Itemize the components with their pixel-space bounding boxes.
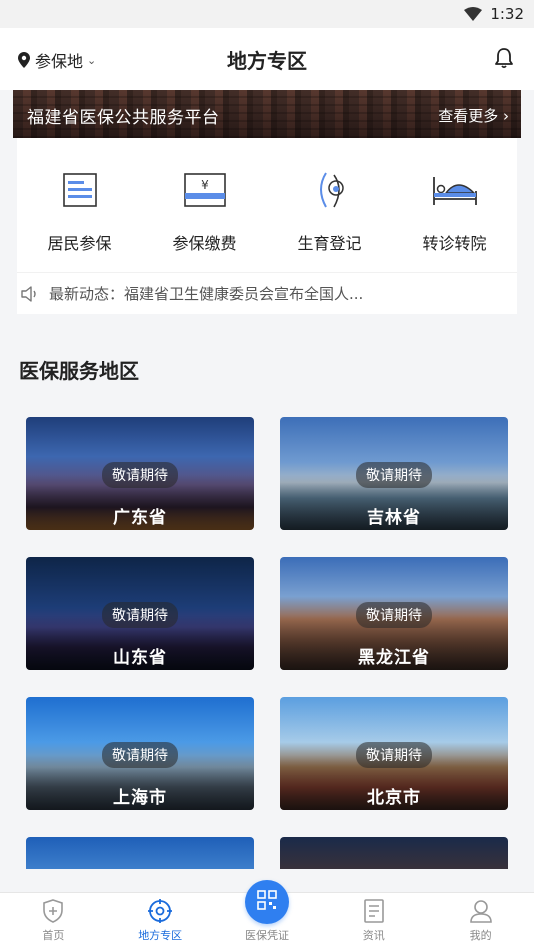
service-payment[interactable]: ¥ 参保缴费 <box>142 138 267 272</box>
tab-label: 地方专区 <box>138 929 183 942</box>
region-tile-shandong[interactable]: 敬请期待 山东省 <box>26 557 254 670</box>
bell-icon[interactable] <box>494 47 514 69</box>
view-more-link[interactable]: 查看更多 › <box>438 105 509 126</box>
hospital-transfer-icon <box>432 170 478 210</box>
region-tile-partial[interactable] <box>26 837 254 869</box>
region-tile-guangdong[interactable]: 敬请期待 广东省 <box>26 417 254 530</box>
news-ticker[interactable]: 最新动态：福建省卫生健康委员会宣布全国人... <box>17 272 517 314</box>
tab-local-zone[interactable]: 地方专区 <box>107 893 214 949</box>
tab-profile[interactable]: 我的 <box>427 893 534 949</box>
tab-label: 我的 <box>469 929 492 942</box>
shield-plus-icon <box>43 899 64 923</box>
service-resident-insurance[interactable]: 居民参保 <box>17 138 142 272</box>
service-label: 转诊转院 <box>422 234 487 253</box>
status-time: 1:32 <box>490 5 524 23</box>
service-label: 生育登记 <box>297 234 362 253</box>
region-tile-shanghai[interactable]: 敬请期待 上海市 <box>26 697 254 810</box>
region-grid: 敬请期待 广东省 敬请期待 吉林省 敬请期待 山东省 敬请期待 黑龙江省 敬请期… <box>26 417 508 869</box>
coming-soon-badge: 敬请期待 <box>356 742 432 768</box>
coming-soon-badge: 敬请期待 <box>102 742 178 768</box>
service-birth-registration[interactable]: 生育登记 <box>267 138 392 272</box>
region-name: 北京市 <box>367 788 421 808</box>
region-tile-jilin[interactable]: 敬请期待 吉林省 <box>280 417 508 530</box>
coming-soon-badge: 敬请期待 <box>102 462 178 488</box>
coming-soon-badge: 敬请期待 <box>356 602 432 628</box>
qr-code-button[interactable] <box>244 880 289 924</box>
region-name: 山东省 <box>113 648 167 668</box>
tab-insurance-voucher[interactable]: 医保凭证 <box>214 880 321 949</box>
service-label: 参保缴费 <box>172 234 237 253</box>
page-title: 地方专区 <box>227 49 307 73</box>
coming-soon-badge: 敬请期待 <box>102 602 178 628</box>
tab-news[interactable]: 资讯 <box>320 893 427 949</box>
region-tile-heilongjiang[interactable]: 敬请期待 黑龙江省 <box>280 557 508 670</box>
speaker-icon <box>21 285 36 302</box>
tab-home[interactable]: 首页 <box>0 893 107 949</box>
resident-insurance-icon <box>62 170 97 210</box>
tab-label: 资讯 <box>362 929 385 942</box>
svg-text:¥: ¥ <box>201 178 209 192</box>
top-nav: 参保地 ⌄ 地方专区 <box>0 28 534 90</box>
payment-icon: ¥ <box>183 170 226 210</box>
wifi-icon <box>464 7 483 21</box>
region-name: 黑龙江省 <box>358 648 430 668</box>
qr-code-icon <box>257 890 277 910</box>
news-text: 最新动态：福建省卫生健康委员会宣布全国人... <box>49 285 364 303</box>
bottom-tab-bar: 首页 地方专区 医保凭证 资讯 我的 <box>0 880 534 949</box>
region-name: 上海市 <box>113 788 167 808</box>
coming-soon-badge: 敬请期待 <box>356 462 432 488</box>
region-tile-beijing[interactable]: 敬请期待 北京市 <box>280 697 508 810</box>
service-hospital-transfer[interactable]: 转诊转院 <box>392 138 517 272</box>
service-grid: 居民参保 ¥ 参保缴费 生育登记 转诊转院 <box>17 138 517 272</box>
target-icon <box>148 899 173 923</box>
document-icon <box>363 899 384 923</box>
birth-registration-icon <box>312 170 348 210</box>
region-name: 吉林省 <box>367 508 421 528</box>
section-title: 医保服务地区 <box>19 359 139 383</box>
service-label: 居民参保 <box>47 234 112 253</box>
region-name: 广东省 <box>113 508 167 528</box>
tab-label: 首页 <box>42 929 65 942</box>
tab-label: 医保凭证 <box>244 929 289 942</box>
platform-banner[interactable]: 福建省医保公共服务平台 查看更多 › <box>13 90 521 138</box>
region-tile-partial[interactable] <box>280 837 508 869</box>
status-bar: 1:32 <box>0 0 534 28</box>
banner-title: 福建省医保公共服务平台 <box>27 108 220 128</box>
user-icon <box>469 900 492 923</box>
